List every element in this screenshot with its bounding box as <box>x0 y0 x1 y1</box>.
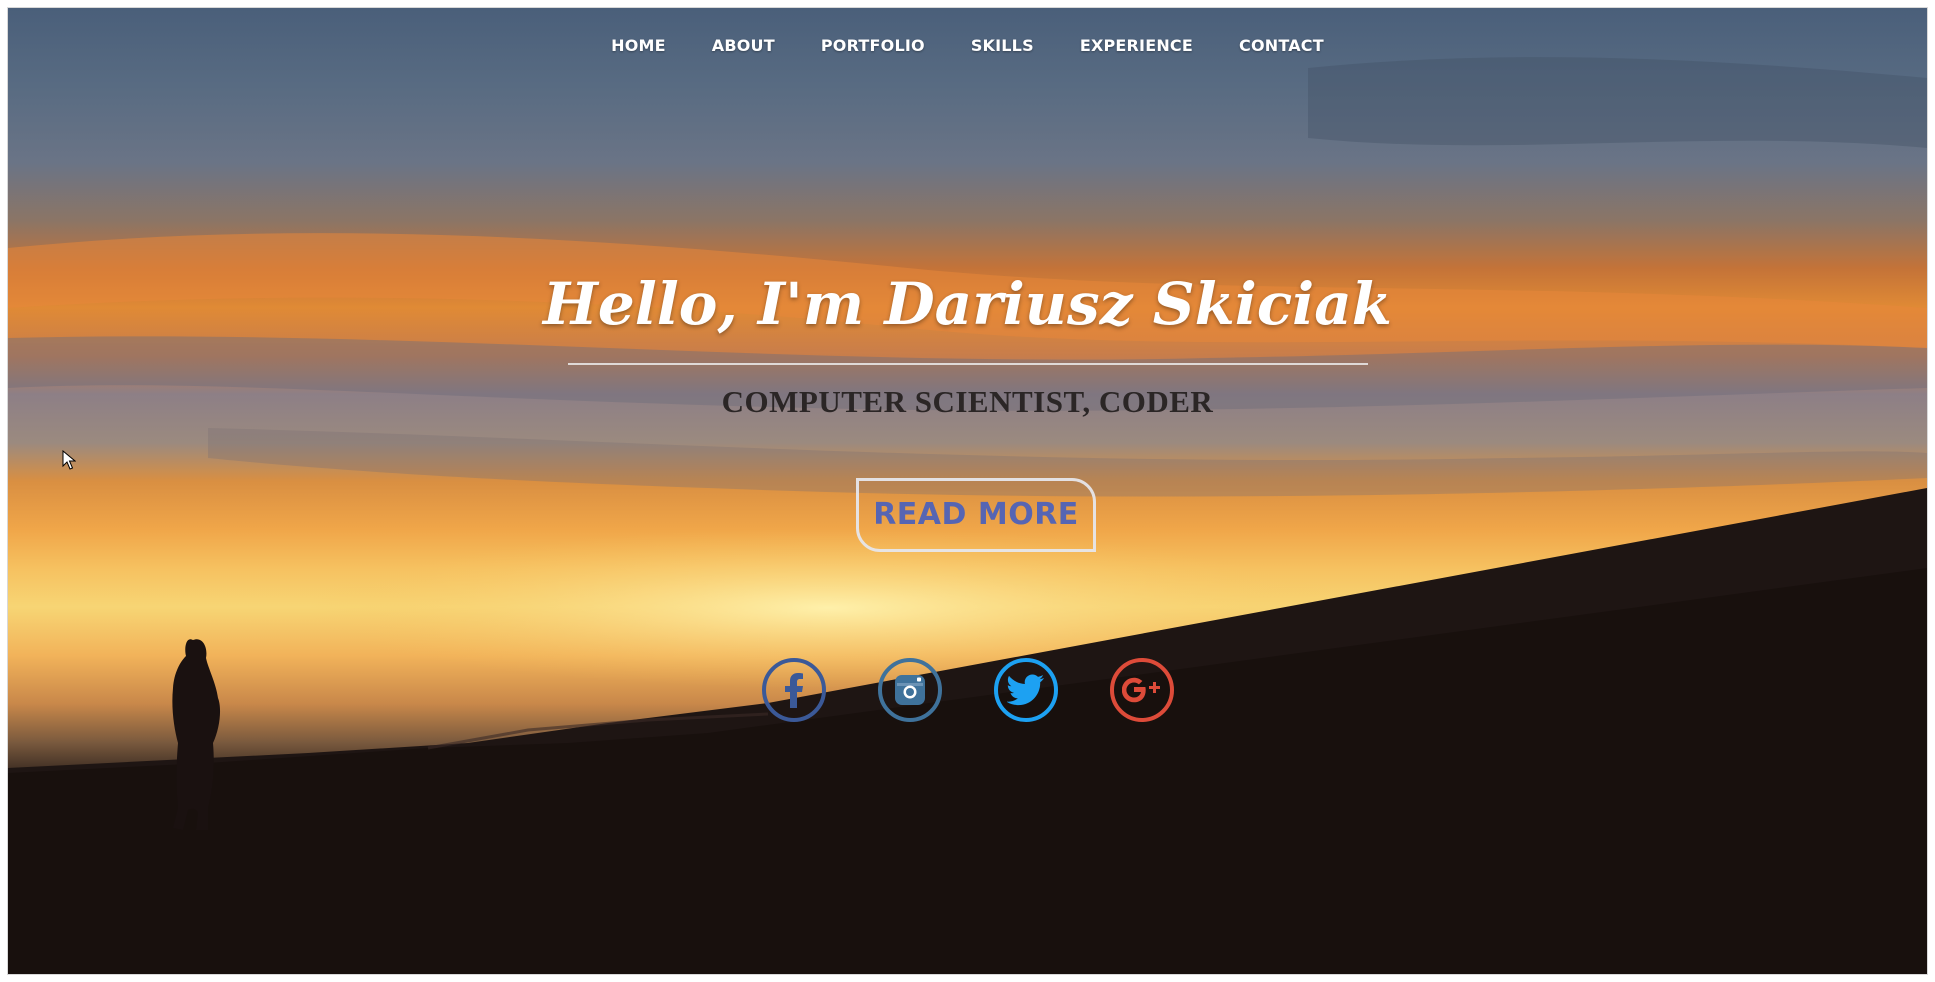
hero-title: Hello, I'm Dariusz Skiciak <box>543 270 1392 338</box>
social-links <box>8 658 1927 722</box>
facebook-button[interactable] <box>761 658 826 722</box>
mouse-pointer-icon <box>62 450 76 470</box>
facebook-icon <box>784 673 803 708</box>
page-frame: HOME ABOUT PORTFOLIO SKILLS EXPERIENCE C… <box>8 8 1927 974</box>
instagram-button[interactable] <box>877 658 942 722</box>
read-more-button[interactable]: READ MORE <box>856 478 1096 552</box>
google-plus-button[interactable] <box>1109 658 1174 722</box>
twitter-icon <box>1006 674 1044 706</box>
nav-contact-link[interactable]: CONTACT <box>1239 36 1324 55</box>
nav-portfolio-link[interactable]: PORTFOLIO <box>821 36 925 55</box>
nav-experience-link[interactable]: EXPERIENCE <box>1080 36 1193 55</box>
hero-divider <box>568 363 1368 365</box>
instagram-icon <box>894 675 925 705</box>
nav-skills-link[interactable]: SKILLS <box>971 36 1034 55</box>
twitter-button[interactable] <box>993 658 1058 722</box>
hero-subtitle: COMPUTER SCIENTIST, CODER <box>721 384 1214 419</box>
nav-home-link[interactable]: HOME <box>611 36 666 55</box>
google-plus-icon <box>1121 677 1160 703</box>
main-navigation: HOME ABOUT PORTFOLIO SKILLS EXPERIENCE C… <box>8 36 1927 55</box>
nav-about-link[interactable]: ABOUT <box>712 36 775 55</box>
